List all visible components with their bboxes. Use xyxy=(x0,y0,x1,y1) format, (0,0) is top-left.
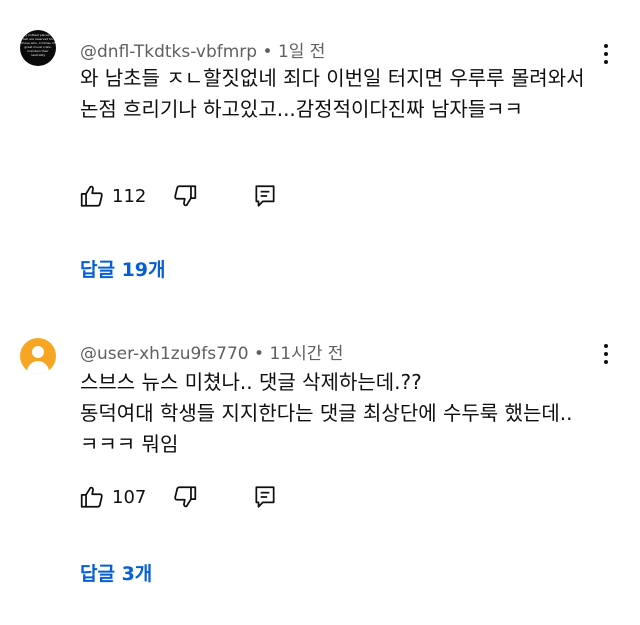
comment-actions: 107 xyxy=(0,484,640,514)
like-count: 112 xyxy=(112,186,147,207)
comment-text: 와 남초들 ㅈㄴ할짓없네 죄다 이번일 터지면 우루루 몰려와서 논점 흐리기나… xyxy=(80,66,591,121)
dislike-icon[interactable] xyxy=(172,484,198,510)
more-options-icon[interactable] xyxy=(596,342,616,366)
reply-icon[interactable] xyxy=(252,484,278,510)
author-name[interactable]: @dnfl-Tkdtks-vbfmrp xyxy=(80,42,257,62)
default-avatar-head xyxy=(32,346,44,358)
comment-meta: @dnfl-Tkdtks-vbfmrp • 1일 전 xyxy=(80,37,325,62)
comment-time[interactable]: 11시간 전 xyxy=(269,344,343,364)
comment-text: 스브스 뉴스 미쳤나.. 댓글 삭제하는데.?? 동덕여대 학생들 지지한다는 … xyxy=(80,370,573,456)
avatar-quote-text: My hottest places in hell are reserved f… xyxy=(21,33,55,57)
avatar[interactable]: My hottest places in hell are reserved f… xyxy=(20,30,56,66)
like-icon[interactable] xyxy=(79,484,105,510)
default-avatar-body xyxy=(27,361,49,374)
meta-separator: • xyxy=(257,42,278,62)
dislike-icon[interactable] xyxy=(172,183,198,209)
view-replies-button[interactable]: 답글 3개 xyxy=(80,559,152,586)
reply-icon[interactable] xyxy=(252,183,278,209)
view-replies-button[interactable]: 답글 19개 xyxy=(80,255,166,282)
like-count: 107 xyxy=(112,487,147,508)
comment-time[interactable]: 1일 전 xyxy=(278,42,326,62)
avatar[interactable] xyxy=(20,338,56,374)
comment-meta: @user-xh1zu9fs770 • 11시간 전 xyxy=(80,339,343,364)
like-icon[interactable] xyxy=(79,183,105,209)
comment-actions: 112 xyxy=(0,183,640,213)
author-name[interactable]: @user-xh1zu9fs770 xyxy=(80,344,249,364)
meta-separator: • xyxy=(248,344,270,364)
